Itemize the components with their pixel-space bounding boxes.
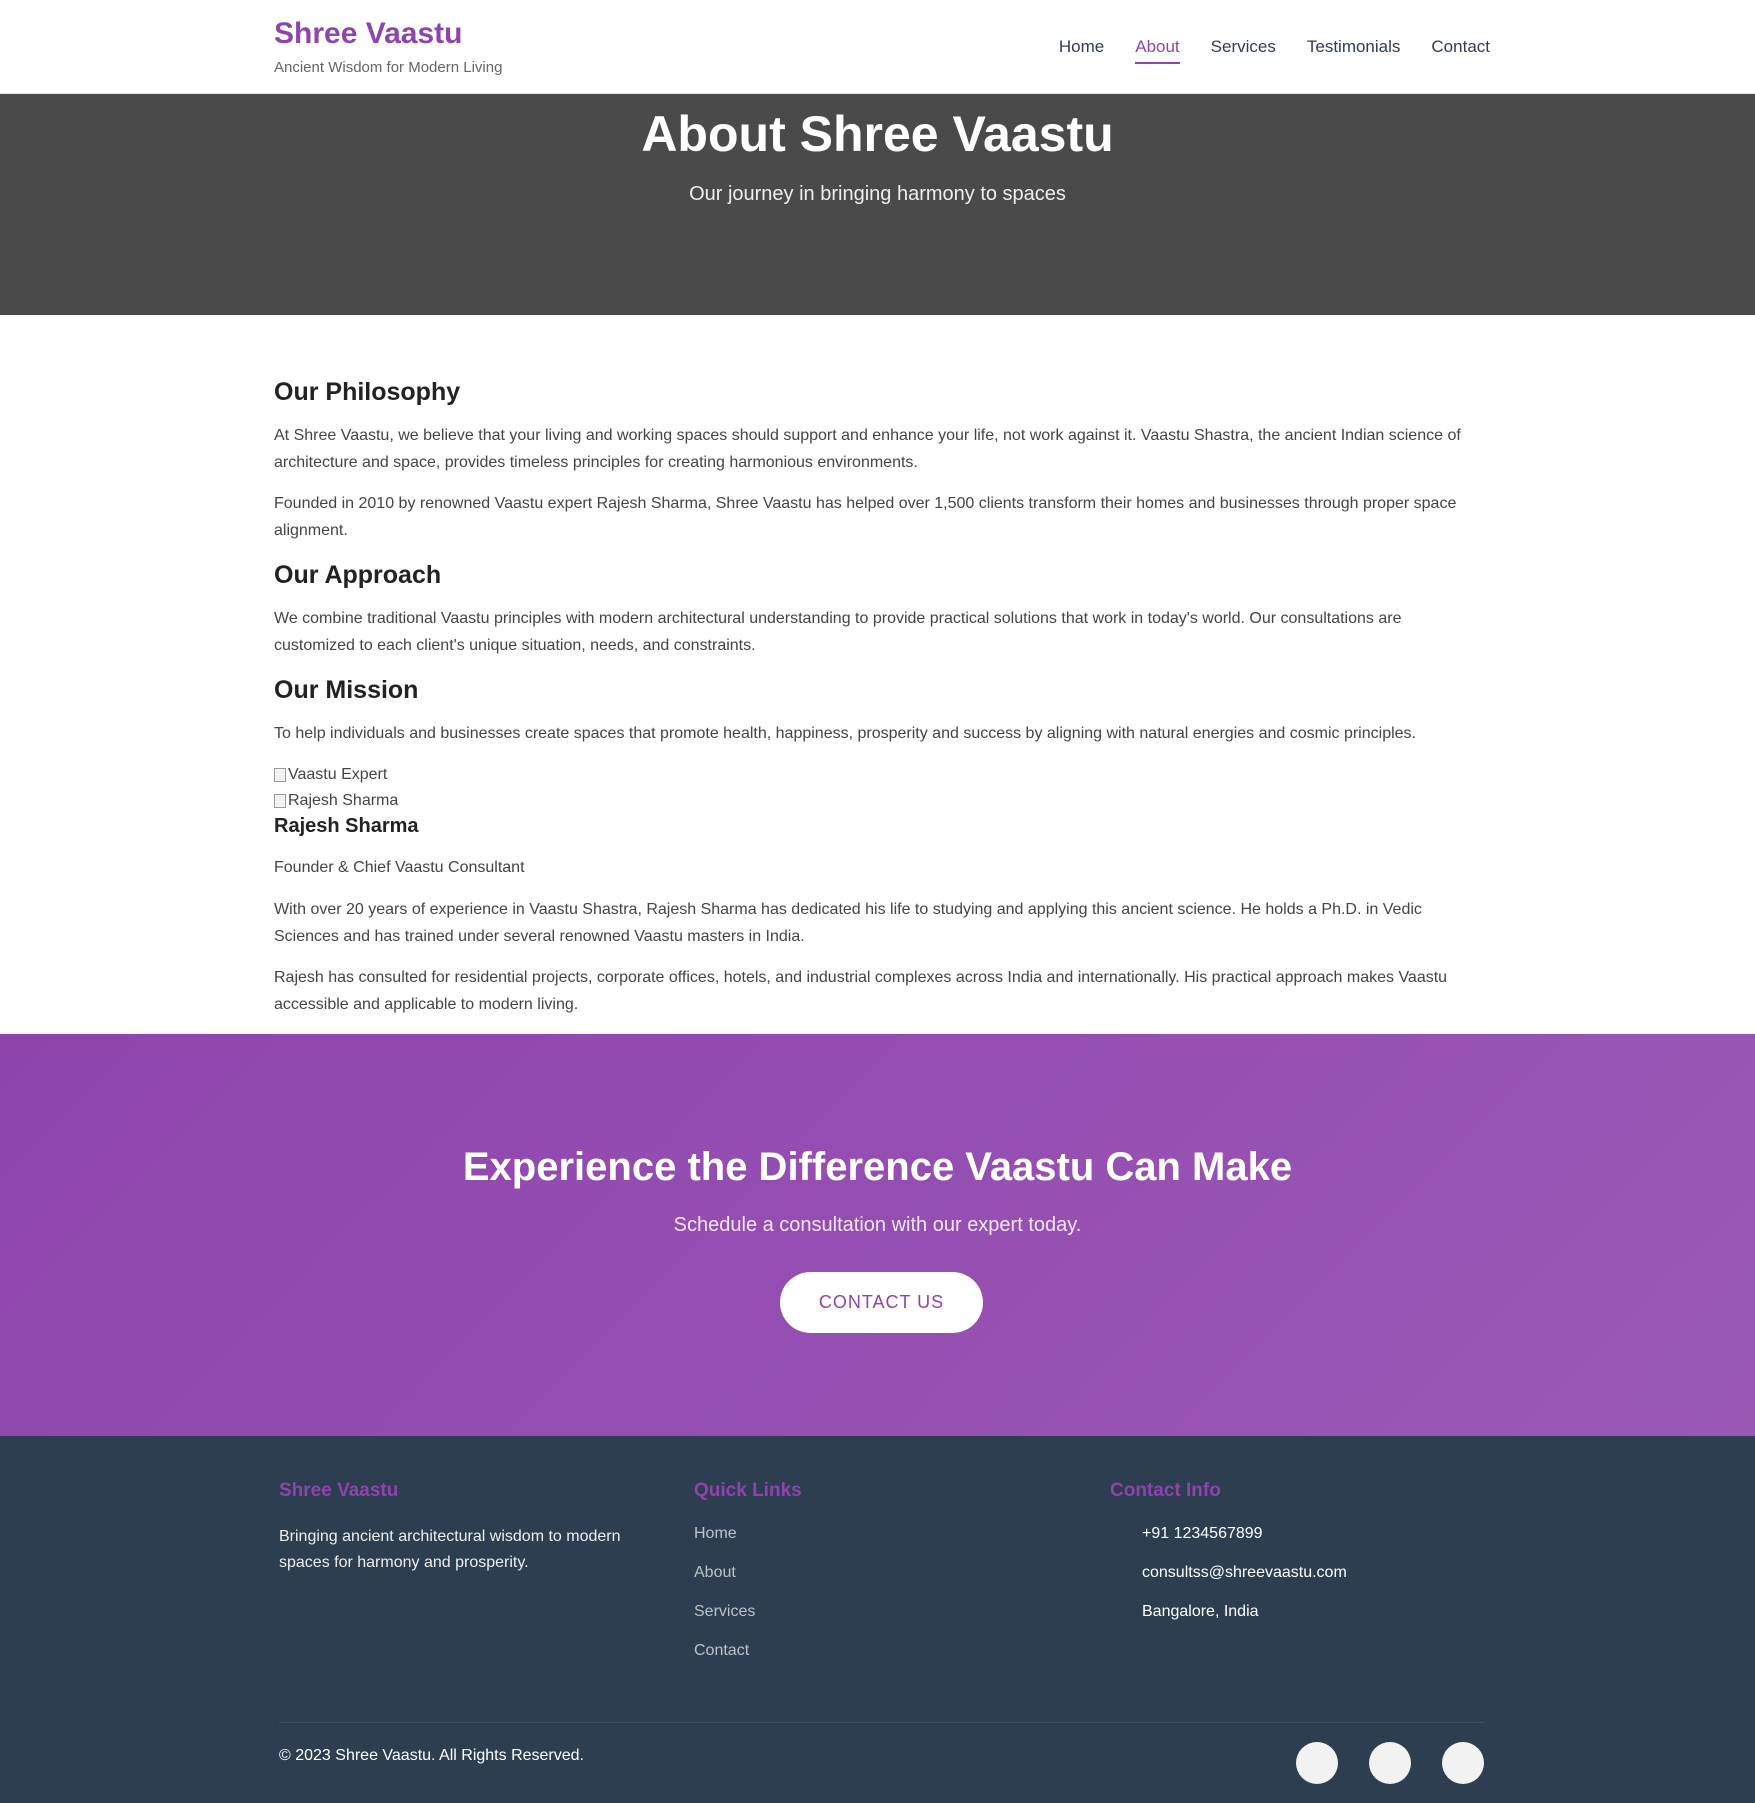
founder-name: Rajesh Sharma (274, 815, 419, 837)
approach-paragraph: We combine traditional Vaastu principles… (274, 610, 1402, 654)
cta-subtitle: Schedule a consultation with our expert … (673, 1214, 1082, 1236)
founder-photo: Rajesh Sharma (274, 791, 1485, 811)
footer-about: Shree Vaastu Bringing ancient architectu… (279, 1480, 659, 1576)
hero-title: About Shree Vaastu (641, 106, 1114, 162)
philosophy-paragraph-1: At Shree Vaastu, we believe that your li… (274, 427, 1461, 471)
footer-divider (279, 1722, 1484, 1723)
social-links (1296, 1742, 1484, 1784)
founder-bio-1: With over 20 years of experience in Vaas… (274, 901, 1422, 945)
footer-contact-info: Contact Info +91 1234567899 consultss@sh… (1110, 1480, 1347, 1641)
copyright: © 2023 Shree Vaastu. All Rights Reserved… (279, 1747, 584, 1764)
approach-heading: Our Approach (274, 561, 442, 589)
hero-subtitle: Our journey in bringing harmony to space… (689, 183, 1066, 205)
mission-heading: Our Mission (274, 676, 419, 704)
contact-email: consultss@shreevaastu.com (1142, 1564, 1347, 1581)
founder-bio-2: Rajesh has consulted for residential pro… (274, 969, 1448, 1013)
footer-link-services[interactable]: Services (694, 1602, 802, 1622)
founder-role: Founder & Chief Vaastu Consultant (274, 859, 525, 876)
site-footer: Shree Vaastu Bringing ancient architectu… (0, 1436, 1755, 1803)
footer-link-contact[interactable]: Contact (694, 1641, 802, 1661)
cta-title: Experience the Difference Vaastu Can Mak… (462, 1145, 1293, 1189)
contact-address: Bangalore, India (1142, 1603, 1259, 1620)
vaastu-expert-image: Vaastu Expert (274, 765, 1485, 785)
contact-us-button[interactable]: CONTACT US (780, 1272, 983, 1333)
contact-info-heading: Contact Info (1110, 1480, 1221, 1501)
social-icon-2[interactable] (1369, 1742, 1411, 1784)
footer-brand-heading: Shree Vaastu (279, 1480, 399, 1501)
social-icon-1[interactable] (1296, 1742, 1338, 1784)
social-icon-3[interactable] (1442, 1742, 1484, 1784)
philosophy-heading: Our Philosophy (274, 378, 461, 406)
broken-image-icon (274, 794, 286, 808)
hero-banner: About Shree Vaastu Our journey in bringi… (0, 94, 1755, 315)
footer-link-about[interactable]: About (694, 1563, 802, 1583)
about-content: Our Philosophy At Shree Vaastu, we belie… (0, 315, 1755, 1034)
image-alt-text: Rajesh Sharma (288, 792, 399, 809)
quick-links-heading: Quick Links (694, 1480, 802, 1501)
broken-image-icon (274, 768, 286, 782)
mission-paragraph: To help individuals and businesses creat… (274, 725, 1416, 742)
footer-link-home[interactable]: Home (694, 1524, 802, 1544)
footer-quick-links: Quick Links Home About Services Contact (694, 1480, 802, 1680)
philosophy-paragraph-2: Founded in 2010 by renowned Vaastu exper… (274, 495, 1457, 539)
image-alt-text: Vaastu Expert (288, 766, 388, 783)
cta-section: Experience the Difference Vaastu Can Mak… (0, 1034, 1755, 1436)
footer-brand-desc: Bringing ancient architectural wisdom to… (279, 1528, 621, 1571)
contact-phone: +91 1234567899 (1142, 1525, 1263, 1542)
